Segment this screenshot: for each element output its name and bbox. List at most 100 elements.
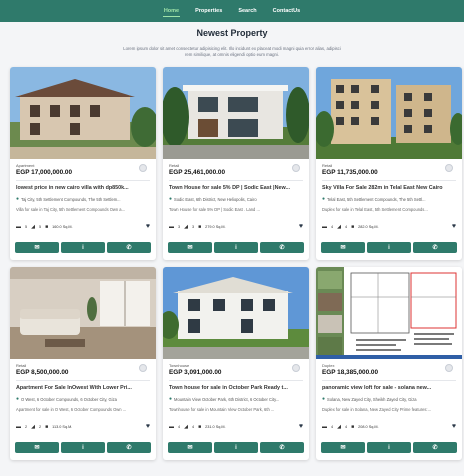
agent-avatar[interactable] (139, 164, 147, 172)
property-features: ▬ 4 ◢ 4 ■ 282.0 Sq.M. ♥ (322, 223, 456, 230)
bath-icon: ◢ (337, 224, 341, 230)
property-card[interactable]: Retail EGP 25,461,000.00 Town House for … (163, 67, 309, 260)
property-title[interactable]: Sky Villa For Sale 282m in Telal East Ne… (322, 185, 456, 191)
card-actions: ✉ i ✆ (321, 242, 457, 253)
property-card[interactable]: Retail EGP 11,735,000.00 Sky Villa For S… (316, 67, 462, 260)
info-button[interactable]: i (61, 442, 105, 453)
property-title[interactable]: lowest price in new cairo villa with dp8… (16, 185, 150, 191)
map-pin-icon: ● (169, 396, 173, 402)
whatsapp-icon: ✆ (432, 445, 438, 451)
heart-icon[interactable]: ♥ (299, 223, 303, 230)
info-button[interactable]: i (367, 242, 411, 253)
email-button[interactable]: ✉ (15, 242, 59, 253)
whatsapp-button[interactable]: ✆ (107, 242, 151, 253)
envelope-icon: ✉ (187, 245, 193, 251)
property-description: Apartment for sale in O West, 6 October … (16, 407, 127, 412)
property-title[interactable]: Town house for sale in October Park Read… (169, 385, 303, 391)
nav-search[interactable]: Search (237, 6, 257, 16)
info-button[interactable]: i (214, 442, 258, 453)
bed-icon: ▬ (322, 224, 327, 230)
whatsapp-icon: ✆ (279, 245, 285, 251)
divider (322, 380, 456, 381)
property-description: Duplex for sale in Solana, New Zayed Cit… (322, 407, 431, 412)
property-features: ▬ 3 ◢ 3 ■ 279.0 Sq.M. ♥ (169, 223, 303, 230)
bath-icon: ◢ (184, 224, 188, 230)
divider (16, 180, 150, 181)
email-button[interactable]: ✉ (321, 442, 365, 453)
agent-avatar[interactable] (445, 164, 453, 172)
property-price: EGP 11,735,000.00 (322, 169, 378, 176)
bath-icon: ◢ (337, 424, 341, 430)
property-features: ▬ 2 ◢ 2 ■ 113.0 Sq.M. ♥ (16, 423, 150, 430)
heart-icon[interactable]: ♥ (146, 423, 150, 430)
property-title[interactable]: panoramic view loft for sale - solana ne… (322, 385, 456, 391)
heart-icon[interactable]: ♥ (299, 423, 303, 430)
whatsapp-button[interactable]: ✆ (107, 442, 151, 453)
email-button[interactable]: ✉ (321, 242, 365, 253)
heart-icon[interactable]: ♥ (146, 223, 150, 230)
property-features: ▬ 4 ◢ 4 ■ 231.0 Sq.M. ♥ (169, 423, 303, 430)
email-button[interactable]: ✉ (168, 442, 212, 453)
property-card[interactable]: Retail EGP 8,500,000.00 Apartment For Sa… (10, 267, 156, 460)
whatsapp-button[interactable]: ✆ (413, 442, 457, 453)
property-card[interactable]: Duplex EGP 18,385,000.00 panoramic view … (316, 267, 462, 460)
info-button[interactable]: i (214, 242, 258, 253)
card-actions: ✉ i ✆ (321, 442, 457, 453)
card-body: Retail EGP 8,500,000.00 Apartment For Sa… (16, 363, 150, 412)
envelope-icon: ✉ (34, 445, 40, 451)
property-photo[interactable] (316, 67, 462, 159)
property-photo[interactable] (10, 67, 156, 159)
property-location: ● Solana, New Zayed City, Sheikh Zayed Ci… (322, 396, 417, 402)
property-type: Townhouse (169, 363, 190, 368)
bed-icon: ▬ (16, 224, 21, 230)
info-button[interactable]: i (61, 242, 105, 253)
property-features: ▬ 4 ◢ 4 ■ 208.0 Sq.M. ♥ (322, 423, 456, 430)
bed-icon: ▬ (16, 424, 21, 430)
card-actions: ✉ i ✆ (15, 242, 151, 253)
property-photo[interactable] (10, 267, 156, 359)
info-icon: i (82, 244, 84, 251)
property-price: EGP 18,385,000.00 (322, 369, 379, 376)
property-title[interactable]: Town House for sale 5% DP | Sodic East |… (169, 185, 303, 191)
property-type: Retail (322, 163, 333, 168)
property-type: Retail (16, 363, 27, 368)
property-type: Retail (169, 163, 180, 168)
email-button[interactable]: ✉ (15, 442, 59, 453)
agent-avatar[interactable] (292, 164, 300, 172)
whatsapp-button[interactable]: ✆ (260, 442, 304, 453)
area-icon: ■ (198, 224, 202, 230)
agent-avatar[interactable] (292, 364, 300, 372)
top-navbar: Home Properties Search ContactUs (0, 0, 464, 22)
card-actions: ✉ i ✆ (15, 442, 151, 453)
property-location: ● Taj City, 5th Settlement Compounds, The… (16, 196, 121, 202)
agent-avatar[interactable] (445, 364, 453, 372)
map-pin-icon: ● (16, 396, 20, 402)
divider (169, 380, 303, 381)
property-price: EGP 17,000,000.00 (16, 169, 73, 176)
nav-home[interactable]: Home (162, 6, 181, 17)
property-photo[interactable] (163, 67, 309, 159)
property-location: ● Mountain View October Park, 6th Distric… (169, 396, 280, 402)
envelope-icon: ✉ (187, 445, 193, 451)
nav-properties[interactable]: Properties (194, 6, 223, 16)
bed-icon: ▬ (169, 224, 174, 230)
area-icon: ■ (351, 424, 355, 430)
whatsapp-icon: ✆ (432, 245, 438, 251)
property-card[interactable]: Townhouse EGP 3,091,000.00 Town house fo… (163, 267, 309, 460)
email-button[interactable]: ✉ (168, 242, 212, 253)
property-type: Duplex (322, 363, 335, 368)
property-title[interactable]: Apartment For Sale InOwest With Lower Pr… (16, 385, 150, 391)
whatsapp-button[interactable]: ✆ (260, 242, 304, 253)
area-icon: ■ (45, 424, 49, 430)
divider (169, 180, 303, 181)
info-button[interactable]: i (367, 442, 411, 453)
heart-icon[interactable]: ♥ (452, 423, 456, 430)
property-photo[interactable] (316, 267, 462, 359)
property-card[interactable]: Apartment EGP 17,000,000.00 lowest price… (10, 67, 156, 260)
property-photo[interactable] (163, 267, 309, 359)
nav-contact[interactable]: ContactUs (272, 6, 302, 16)
agent-avatar[interactable] (139, 364, 147, 372)
map-pin-icon: ● (169, 196, 173, 202)
heart-icon[interactable]: ♥ (452, 223, 456, 230)
whatsapp-button[interactable]: ✆ (413, 242, 457, 253)
